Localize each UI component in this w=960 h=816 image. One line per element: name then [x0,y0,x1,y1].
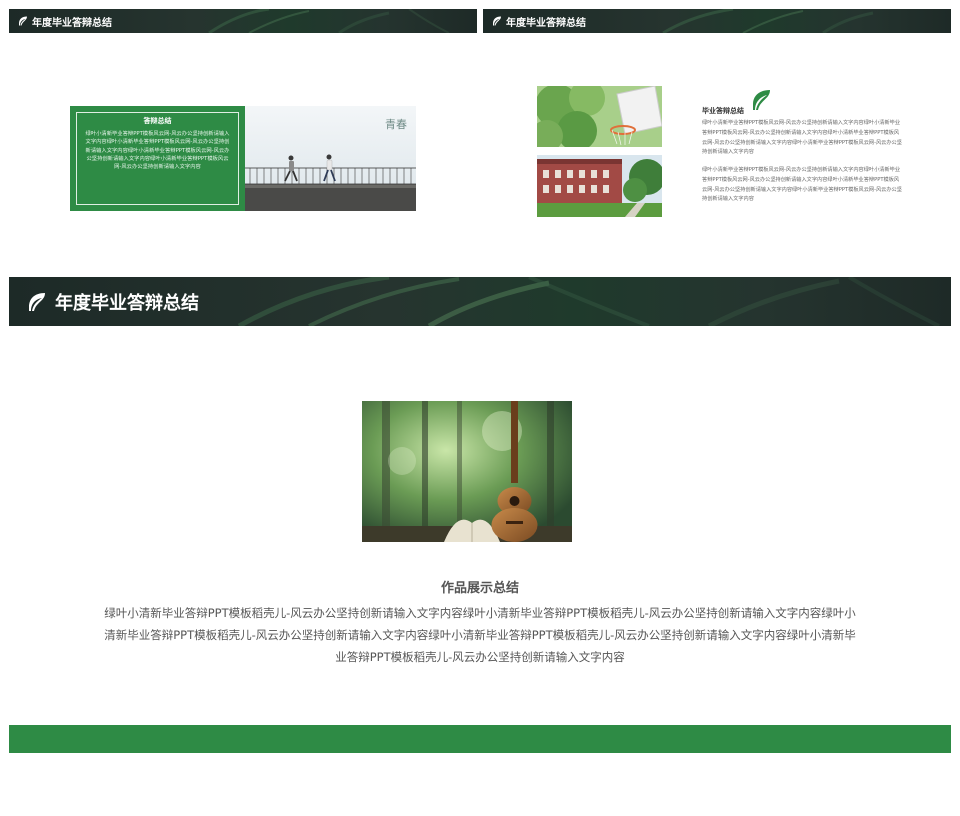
leaf-icon [29,293,45,311]
slide-header: 年度毕业答辩总结 [9,277,951,326]
campus-building-photo [537,155,662,217]
paragraph-1: 绿叶小清新毕业答辩PPT模板风云网-风云办公坚持创新请输入文字内容绿叶小清新毕业… [702,120,902,156]
leaf-icon [19,16,27,26]
leaf-icon [753,90,770,110]
summary-box: 答辩总结 绿叶小清新毕业答辩PPT模板风云网-风云办公坚持创新请输入文字内容绿叶… [70,106,245,211]
slide-header: 年度毕业答辩总结 [9,9,477,33]
box-text: 绿叶小清新毕业答辩PPT模板风云网-风云办公坚持创新请输入文字内容绿叶小清新毕业… [85,131,230,171]
section-title: 毕业答辩总结 [702,107,744,115]
footer-bar [9,725,951,753]
slide-2: 年度毕业答辩总结 毕业答辩总结 绿叶小清新毕业答辩PPT模板风云网-风云办公坚持… [483,9,951,249]
slide-header: 年度毕业答辩总结 [483,9,951,33]
basketball-hoop-photo [537,86,662,147]
section-title: 作品展示总结 [440,581,519,596]
section-paragraph: 绿叶小清新毕业答辩PPT模板稻壳儿-风云办公坚持创新请输入文字内容绿叶小清新毕业… [104,606,856,664]
slide-1: 年度毕业答辩总结 答辩总结 绿叶小清新毕业答辩PPT模板风云网-风云办公坚持创新… [9,9,477,249]
leaf-icon [493,16,501,26]
header-title: 年度毕业答辩总结 [506,18,586,29]
photo-caption: 青春 [385,118,407,131]
header-title: 年度毕业答辩总结 [32,18,112,29]
slide-3: 年度毕业答辩总结 作品展示总结 绿叶小清新毕业答辩PPT模板稻壳儿-风云办公坚持… [9,277,951,755]
header-title: 年度毕业答辩总结 [55,293,199,314]
runners-photo: 青春 [245,106,416,211]
guitar-forest-photo [362,401,572,542]
box-title: 答辩总结 [143,117,172,125]
paragraph-2: 绿叶小清新毕业答辩PPT模板风云网-风云办公坚持创新请输入文字内容绿叶小清新毕业… [702,167,902,203]
